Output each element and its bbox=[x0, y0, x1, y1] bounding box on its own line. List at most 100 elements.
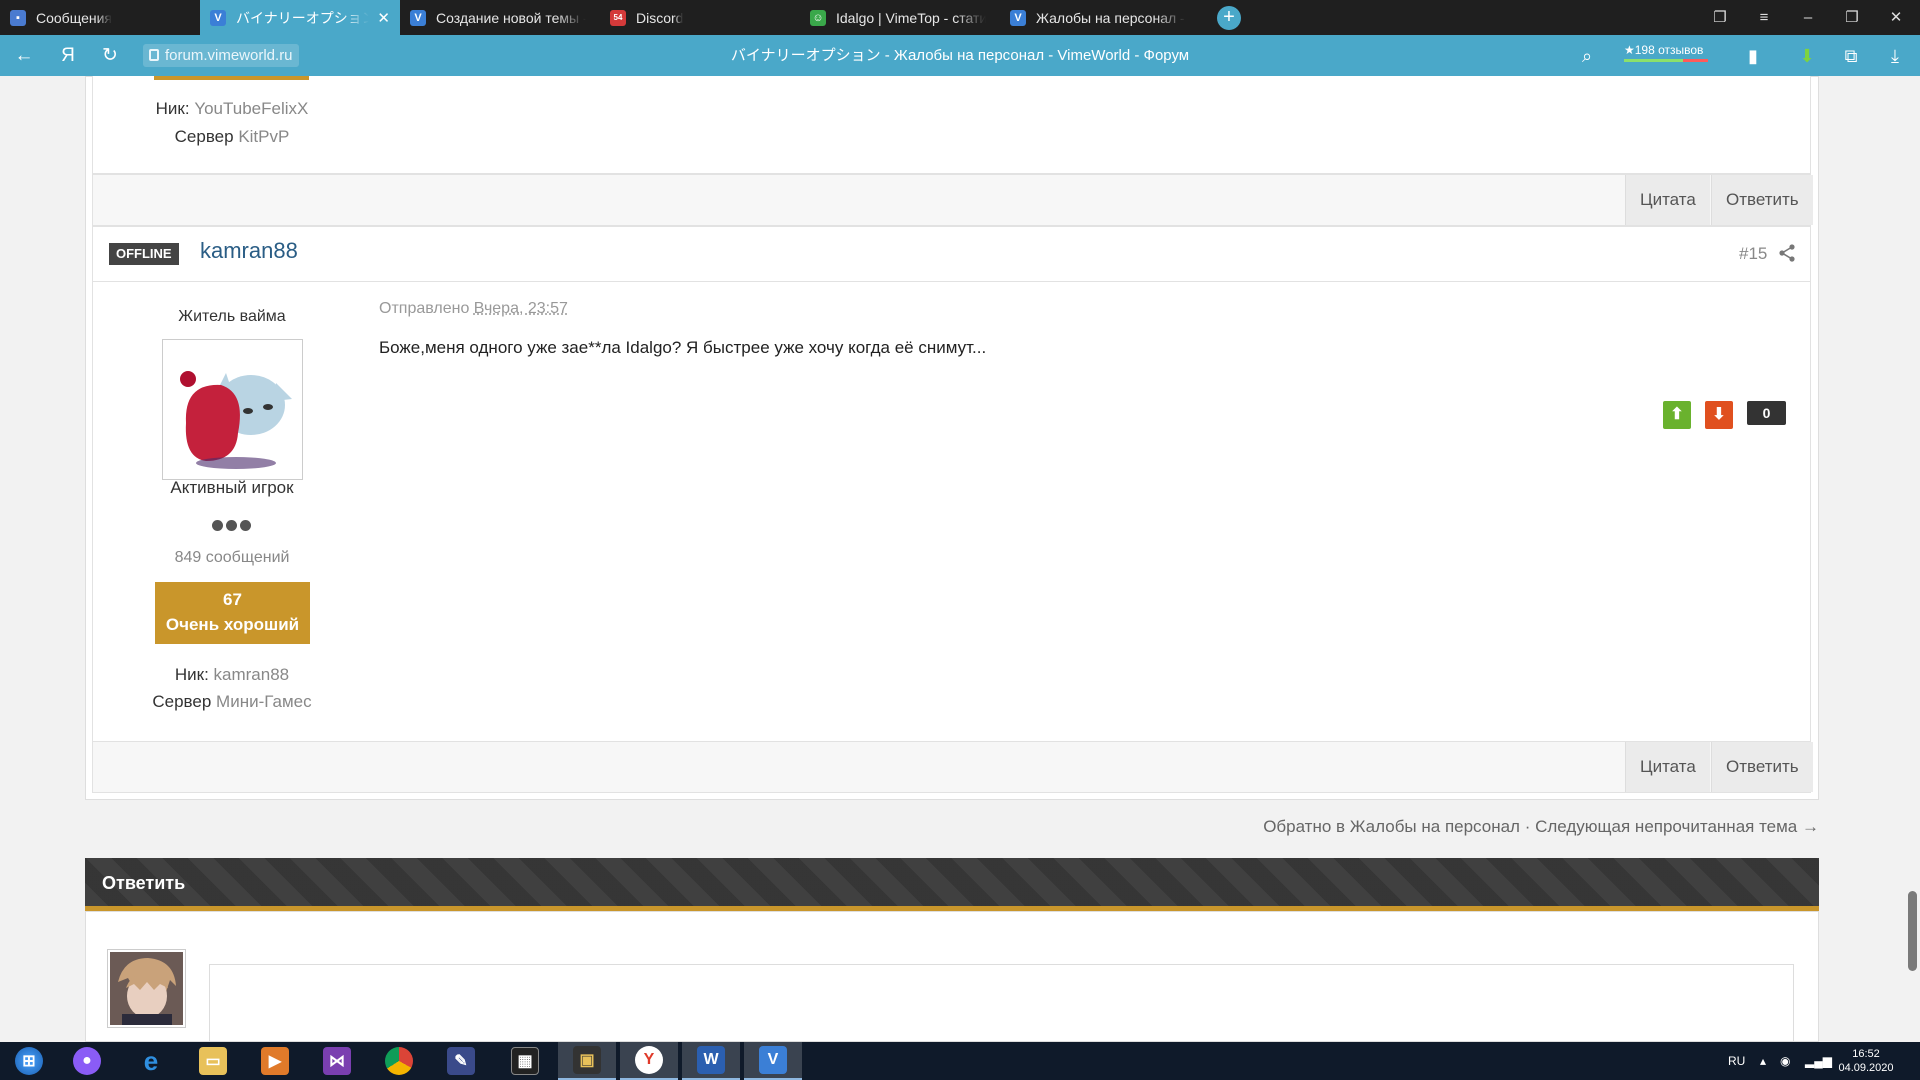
taskbar-vs[interactable]: ⋈ bbox=[308, 1042, 366, 1080]
vimeworld-icon: V bbox=[1010, 9, 1026, 26]
restore-icon[interactable]: ❐ bbox=[1830, 0, 1874, 35]
media-player-icon: ▶ bbox=[261, 1047, 289, 1075]
system-clock[interactable]: 16:52 04.09.2020 bbox=[1836, 1047, 1896, 1075]
folder-icon: ▭ bbox=[199, 1047, 227, 1075]
my-avatar bbox=[107, 949, 186, 1028]
share-icon[interactable] bbox=[1778, 244, 1796, 262]
taskbar-app[interactable]: ▣ bbox=[558, 1042, 616, 1080]
alice-icon: ● bbox=[73, 1047, 101, 1075]
taskbar-yandex[interactable]: Y bbox=[620, 1042, 678, 1080]
reload-icon[interactable]: ↻ bbox=[92, 35, 128, 76]
windows-taskbar: ⊞ ● e ▭ ▶ ⋈ ✎ ▦ ▣ Y W V RU ▴ ◉ ▂▄▆ 16:52… bbox=[0, 1042, 1920, 1080]
rank-dots bbox=[212, 520, 272, 534]
start-button[interactable]: ⊞ bbox=[0, 1042, 58, 1080]
vimeworld-icon: V bbox=[759, 1046, 787, 1074]
bookmark-icon[interactable]: ▮ bbox=[1742, 45, 1764, 67]
game-icon: ▣ bbox=[573, 1046, 601, 1074]
rating-bar bbox=[1624, 59, 1708, 62]
back-arrow-icon[interactable]: ← bbox=[6, 35, 42, 76]
post-text: Боже,меня одного уже зае**ла Idalgo? Я б… bbox=[379, 338, 987, 357]
tray-arrow-icon[interactable]: ▴ bbox=[1760, 1042, 1766, 1080]
downvote-button[interactable]: ⬇ bbox=[1705, 401, 1733, 429]
vimeworld-icon: V bbox=[410, 9, 426, 26]
taskbar-media[interactable]: ▶ bbox=[246, 1042, 304, 1080]
vimeworld-icon: V bbox=[210, 9, 226, 26]
server-line: Сервер Мини-Гамес bbox=[152, 692, 312, 711]
message-count: 849 сообщений bbox=[174, 549, 290, 566]
menu-icon[interactable]: ≡ bbox=[1742, 0, 1786, 35]
avatar[interactable] bbox=[162, 339, 303, 480]
close-tab-icon[interactable]: ✕ bbox=[377, 9, 390, 27]
quote-button[interactable]: Цитата bbox=[1625, 175, 1710, 225]
film-icon: ▦ bbox=[511, 1047, 539, 1075]
visual-studio-icon: ⋈ bbox=[323, 1047, 351, 1075]
nick-line: Ник: kamran88 bbox=[174, 665, 290, 684]
upvote-button[interactable]: ⬆ bbox=[1663, 401, 1691, 429]
search-icon[interactable]: ⌕ bbox=[1576, 45, 1598, 67]
tabs-list-icon[interactable]: ❐ bbox=[1698, 0, 1742, 35]
taskbar-vimeworld[interactable]: V bbox=[744, 1042, 802, 1080]
thread-navigation: Обратно в Жалобы на персонал · Следующая… bbox=[1263, 817, 1819, 836]
taskbar-chrome[interactable] bbox=[370, 1042, 428, 1080]
post-actions: Цитата Ответить bbox=[92, 741, 1813, 793]
scrollbar-thumb[interactable] bbox=[1908, 891, 1917, 971]
chat-bubble-icon: ▪ bbox=[10, 9, 26, 26]
post-number[interactable]: #15 bbox=[1739, 244, 1767, 264]
close-window-icon[interactable]: ✕ bbox=[1874, 0, 1918, 35]
tab-current-thread[interactable]: V バイナリーオプション - Жалобы на персонал - Vime… bbox=[200, 0, 400, 35]
discord-icon: 54 bbox=[610, 9, 626, 26]
previous-nick-line: Ник: YouTubeFelixX bbox=[155, 99, 309, 118]
avatar-image bbox=[166, 343, 299, 476]
new-tab-button[interactable]: + bbox=[1217, 6, 1241, 30]
network-icon[interactable]: ▂▄▆ bbox=[1805, 1042, 1832, 1080]
reply-header: Ответить bbox=[85, 858, 1819, 908]
tray-app-icon[interactable]: ◉ bbox=[1780, 1042, 1790, 1080]
taskbar-video[interactable]: ▦ bbox=[496, 1042, 554, 1080]
internet-explorer-icon: e bbox=[143, 1045, 159, 1076]
vimetop-icon: ☺ bbox=[810, 9, 826, 26]
language-indicator[interactable]: RU bbox=[1728, 1042, 1745, 1080]
tab-complaints[interactable]: V Жалобы на персонал - VimeWorld - Форум bbox=[1000, 0, 1200, 35]
yandex-browser-icon: Y bbox=[635, 1046, 663, 1074]
reply-button[interactable]: Ответить bbox=[1711, 742, 1813, 792]
taskbar-alice[interactable]: ● bbox=[58, 1042, 116, 1080]
downloads-icon[interactable]: ⤓ bbox=[1884, 45, 1906, 67]
back-to-forum-link[interactable]: Обратно в Жалобы на персонал bbox=[1263, 817, 1520, 836]
page-scrollbar[interactable] bbox=[1905, 76, 1920, 1042]
vote-count: 0 bbox=[1747, 401, 1786, 425]
post-date: Отправлено Вчера, 23:57 bbox=[379, 300, 568, 317]
address-bar: ← Я ↻ forum.vimeworld.ru バイナリーオプション - Жа… bbox=[0, 35, 1920, 76]
previous-post-actions: Цитата Ответить bbox=[92, 174, 1813, 226]
url-field[interactable]: forum.vimeworld.ru bbox=[143, 44, 299, 67]
chrome-icon bbox=[385, 1047, 413, 1075]
minimize-icon[interactable]: – bbox=[1786, 0, 1830, 35]
reviews-badge[interactable]: ★198 отзывов bbox=[1624, 43, 1708, 62]
tab-messages[interactable]: ▪ Сообщения bbox=[0, 0, 200, 35]
tab-vimetop[interactable]: ☺ Idalgo | VimeTop - статистика игрока bbox=[800, 0, 1000, 35]
tab-discord[interactable]: 54 Discord bbox=[600, 0, 800, 35]
previous-server-line: Сервер KitPvP bbox=[174, 127, 290, 146]
taskbar-explorer[interactable]: ▭ bbox=[184, 1042, 242, 1080]
reply-editor[interactable] bbox=[209, 964, 1794, 1042]
previous-post bbox=[92, 76, 1811, 174]
taskbar-ie[interactable]: e bbox=[122, 1042, 180, 1080]
post-header bbox=[92, 226, 1811, 282]
download-arrow-icon[interactable]: ⬇ bbox=[1796, 45, 1818, 67]
previous-reputation-box bbox=[154, 76, 309, 80]
reply-button[interactable]: Ответить bbox=[1711, 175, 1813, 225]
taskbar-editor[interactable]: ✎ bbox=[432, 1042, 490, 1080]
taskbar-word[interactable]: W bbox=[682, 1042, 740, 1080]
user-title: Житель вайма bbox=[178, 308, 286, 325]
yandex-icon[interactable]: Я bbox=[50, 35, 86, 76]
tab-new-topic[interactable]: V Создание новой темы - VimeWorld - Фору… bbox=[400, 0, 600, 35]
browser-tab-strip: ▪ Сообщения V バイナリーオプション - Жалобы на пер… bbox=[0, 0, 1920, 35]
lock-icon bbox=[149, 49, 159, 61]
quote-button[interactable]: Цитата bbox=[1625, 742, 1710, 792]
post-author[interactable]: kamran88 bbox=[200, 238, 298, 264]
user-group: Активный игрок bbox=[170, 478, 294, 497]
translate-icon[interactable]: ⧉ bbox=[1840, 45, 1862, 67]
reputation-box: 67 Очень хороший bbox=[155, 582, 310, 644]
my-avatar-image bbox=[110, 952, 183, 1025]
next-unread-link[interactable]: Следующая непрочитанная тема → bbox=[1535, 817, 1819, 836]
image-editor-icon: ✎ bbox=[447, 1047, 475, 1075]
